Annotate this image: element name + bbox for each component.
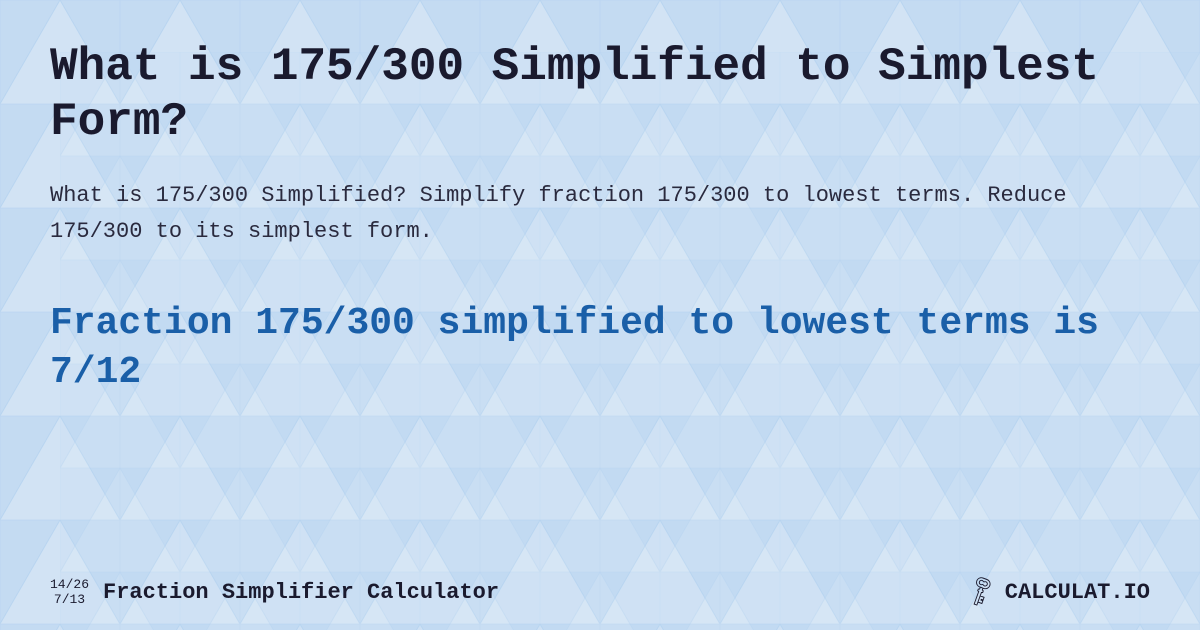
result-text: Fraction 175/300 simplified to lowest te… (50, 299, 1150, 398)
result-section: Fraction 175/300 simplified to lowest te… (50, 299, 1150, 398)
main-content: What is 175/300 Simplified to Simplest F… (0, 0, 1200, 630)
page-title: What is 175/300 Simplified to Simplest F… (50, 40, 1150, 150)
page-description: What is 175/300 Simplified? Simplify fra… (50, 178, 1150, 248)
